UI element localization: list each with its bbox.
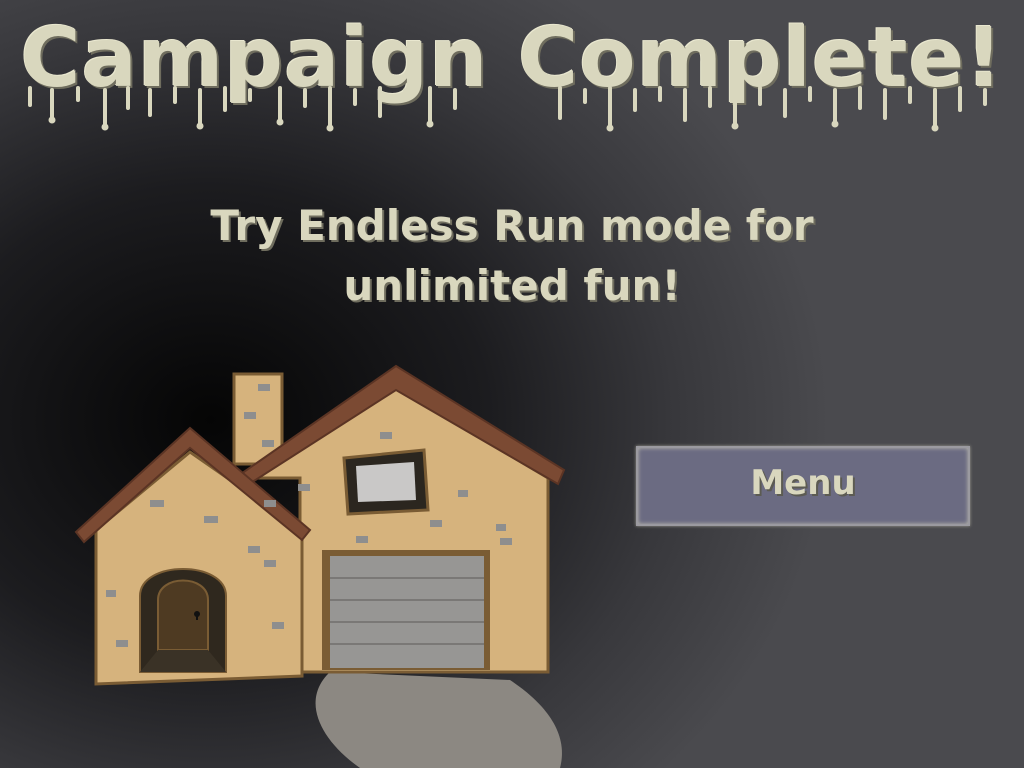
menu-button-label: Menu (750, 463, 856, 503)
menu-button[interactable]: Menu (636, 446, 970, 526)
campaign-complete-screen: Campaign Complete! Try Endless Run mode … (0, 0, 1024, 768)
house-icon (74, 364, 566, 768)
garden-path-icon (315, 672, 562, 768)
